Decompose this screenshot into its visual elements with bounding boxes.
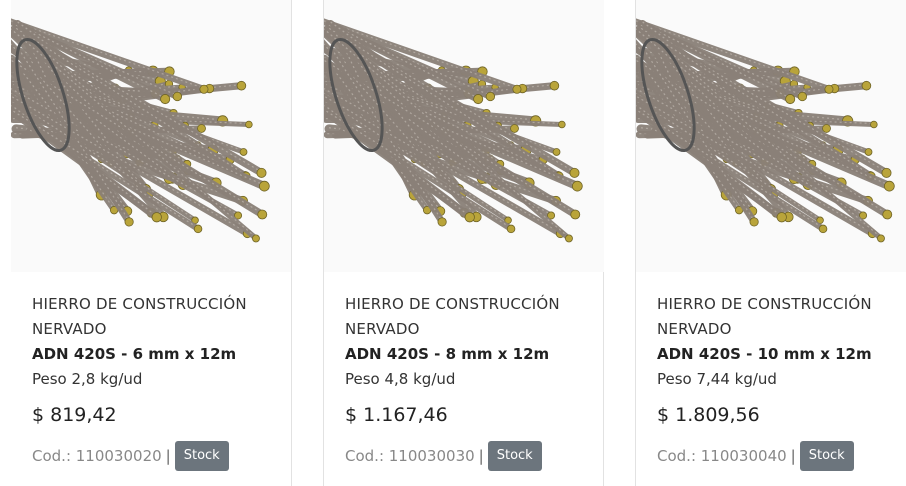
product-price: $ 819,42 [32, 404, 117, 426]
rebar-end [236, 80, 247, 91]
product-weight: Peso 2,8 kg/ud [32, 370, 143, 388]
product-grid: HIERRO DE CONSTRUCCIÓN NERVADO ADN 420S … [0, 0, 906, 486]
rebar-end [861, 80, 872, 91]
product-title[interactable]: HIERRO DE CONSTRUCCIÓN NERVADO [657, 292, 906, 342]
rebar-end [776, 212, 787, 223]
rebar-end [193, 224, 203, 234]
product-subtitle: ADN 420S - 6 mm x 12m [32, 345, 237, 363]
product-title[interactable]: HIERRO DE CONSTRUCCIÓN NERVADO [345, 292, 595, 342]
product-card[interactable]: HIERRO DE CONSTRUCCIÓN NERVADO ADN 420S … [11, 0, 292, 486]
rebar-end [883, 180, 895, 192]
rebar-end [172, 91, 183, 102]
stock-button[interactable]: Stock [799, 441, 854, 471]
rebar-end [864, 148, 873, 156]
rebar-bundle-image [11, 18, 270, 243]
rebar-end [256, 167, 267, 178]
product-image[interactable] [11, 0, 291, 272]
rebar-end [124, 217, 134, 227]
rebar-end [797, 91, 808, 102]
rebar-bundle-image [636, 18, 895, 243]
rebar-end [882, 209, 893, 220]
product-image[interactable] [636, 0, 906, 272]
rebar-end [570, 209, 581, 220]
rebar-end [473, 94, 484, 105]
rebar-end [464, 212, 475, 223]
rebar-end [197, 124, 206, 133]
product-info: HIERRO DE CONSTRUCCIÓN NERVADO ADN 420S … [657, 292, 906, 471]
rebar-end [824, 84, 834, 94]
code-row: Cod.: 110030030 | Stock [345, 441, 595, 471]
product-subtitle: ADN 420S - 8 mm x 12m [345, 345, 550, 363]
rebar-end [485, 91, 496, 102]
rebar-end [749, 217, 759, 227]
rebar-end [199, 84, 209, 94]
rebar-end [239, 148, 248, 156]
rebar-end [558, 120, 566, 129]
product-price: $ 1.167,46 [345, 404, 448, 426]
product-weight: Peso 7,44 kg/ud [657, 370, 777, 388]
rebar-end [510, 124, 519, 133]
code-row: Cod.: 110030040 | Stock [657, 441, 906, 471]
product-weight: Peso 4,8 kg/ud [345, 370, 456, 388]
separator: | [165, 447, 171, 465]
rebar-end [870, 120, 878, 129]
rebar-end [252, 234, 260, 243]
code-row: Cod.: 110030020 | Stock [32, 441, 283, 471]
product-card[interactable]: HIERRO DE CONSTRUCCIÓN NERVADO ADN 420S … [323, 0, 604, 486]
product-code: Cod.: 110030040 [657, 447, 787, 465]
separator: | [478, 447, 484, 465]
product-code: Cod.: 110030030 [345, 447, 475, 465]
rebar-end [512, 84, 522, 94]
rebar-end [437, 217, 447, 227]
rebar-end [258, 180, 270, 192]
product-image[interactable] [324, 0, 604, 272]
rebar-end [151, 212, 162, 223]
stock-button[interactable]: Stock [487, 441, 542, 471]
product-title[interactable]: HIERRO DE CONSTRUCCIÓN NERVADO [32, 292, 283, 342]
product-card[interactable]: HIERRO DE CONSTRUCCIÓN NERVADO ADN 420S … [635, 0, 906, 486]
rebar-end [245, 120, 253, 129]
rebar-end [818, 224, 828, 234]
product-price: $ 1.809,56 [657, 404, 760, 426]
rebar-end [565, 234, 573, 243]
product-code: Cod.: 110030020 [32, 447, 162, 465]
rebar-end [785, 94, 796, 105]
separator: | [790, 447, 796, 465]
stock-button[interactable]: Stock [174, 441, 229, 471]
product-subtitle: ADN 420S - 10 mm x 12m [657, 345, 872, 363]
rebar-end [506, 224, 516, 234]
rebar-end [569, 167, 580, 178]
rebar-bundle-image [324, 18, 583, 243]
rebar-end [881, 167, 892, 178]
rebar-end [549, 80, 560, 91]
product-info: HIERRO DE CONSTRUCCIÓN NERVADO ADN 420S … [345, 292, 595, 471]
rebar-end [877, 234, 885, 243]
rebar-end [160, 94, 171, 105]
product-info: HIERRO DE CONSTRUCCIÓN NERVADO ADN 420S … [32, 292, 283, 471]
rebar-end [257, 209, 268, 220]
rebar-end [571, 180, 583, 192]
rebar-end [822, 124, 831, 133]
rebar-end [552, 148, 561, 156]
